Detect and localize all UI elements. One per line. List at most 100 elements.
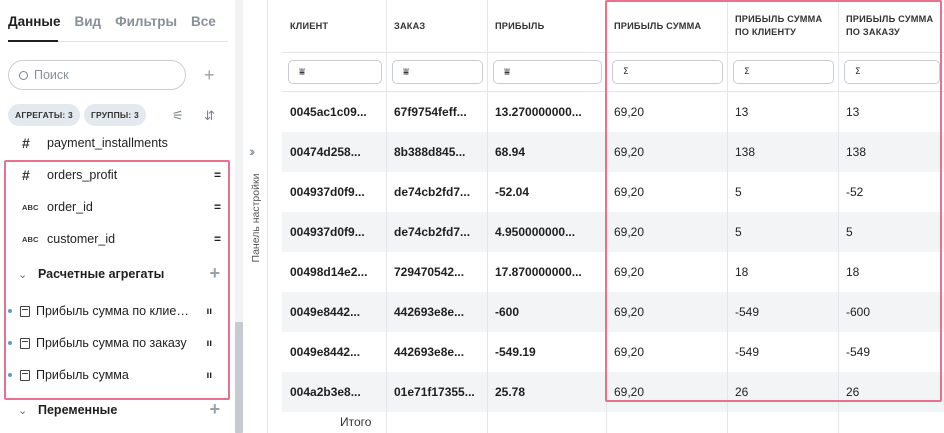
chevron-down-icon[interactable]: ⌄	[18, 404, 38, 417]
add-variable-button[interactable]: +	[209, 400, 220, 418]
table-cell[interactable]: 13	[727, 92, 838, 132]
tab-data[interactable]: Данные	[8, 14, 60, 29]
section-calculated-aggregates[interactable]: ⌄ Расчетные агрегаты +	[18, 263, 224, 285]
table-cell[interactable]: 138	[727, 132, 838, 172]
sum-filter-input[interactable]: Σ	[612, 60, 723, 84]
table-cell[interactable]: -549	[838, 332, 944, 372]
table-cell[interactable]: -549	[727, 332, 838, 372]
table-cell[interactable]: 00474d258...	[282, 132, 386, 172]
column-filter-input[interactable]: ⩸	[493, 60, 602, 84]
table-row[interactable]: 00474d258... 8b388d845... 68.94 69,20 138 138	[282, 132, 944, 172]
sum-filter-input[interactable]: Σ	[844, 60, 940, 84]
table-cell[interactable]: 26	[727, 372, 838, 412]
table-cell[interactable]: 004937d0f9...	[282, 172, 386, 212]
header-order[interactable]: ЗАКАЗ	[386, 0, 487, 52]
double-chevron-right-icon[interactable]: ››	[249, 143, 256, 159]
table-row[interactable]: 0045ac1c09... 67f9754feff... 13.270000000.…	[282, 92, 944, 132]
table-cell[interactable]: -52	[838, 172, 944, 212]
column-filter-input[interactable]: ⩸	[392, 60, 483, 84]
field-payment-installments[interactable]: # payment_installments	[22, 132, 222, 154]
table-cell[interactable]: -600	[487, 292, 606, 332]
table-cell[interactable]: 004937d0f9...	[282, 212, 386, 252]
table-cell[interactable]: -52.04	[487, 172, 606, 212]
table-cell[interactable]: 69,20	[606, 252, 727, 292]
field-orders-profit[interactable]: # orders_profit =	[22, 164, 222, 186]
table-cell[interactable]: -549.19	[487, 332, 606, 372]
settings-sliders-icon[interactable]: ⚟	[172, 108, 184, 124]
drag-handle-icon[interactable]: ıı	[206, 306, 212, 317]
section-variables[interactable]: ⌄ Переменные +	[18, 399, 224, 421]
settings-panel-label[interactable]: Панель настройки	[250, 174, 262, 263]
drag-handle-icon[interactable]: =	[214, 168, 221, 182]
table-cell[interactable]: 68.94	[487, 132, 606, 172]
aggregate-item[interactable]: Прибыль сумма по клиенту ıı	[8, 300, 216, 322]
table-cell[interactable]: 442693e8e...	[386, 292, 487, 332]
chevron-down-icon[interactable]: ⌄	[18, 268, 38, 281]
drag-handle-icon[interactable]: ıı	[206, 370, 212, 381]
table-cell[interactable]: 18	[838, 252, 944, 292]
header-profit-sum[interactable]: ПРИБЫЛЬ СУММА	[606, 0, 727, 52]
aggregates-chip[interactable]: АГРЕГАТЫ: 3	[8, 104, 80, 126]
header-profit-sum-by-order[interactable]: ПРИБЫЛЬ СУММА ПО ЗАКАЗУ	[838, 0, 944, 52]
table-row[interactable]: 004937d0f9... de74cb2fd7... 4.950000000...…	[282, 212, 944, 252]
table-cell[interactable]: 69,20	[606, 332, 727, 372]
drag-handle-icon[interactable]: =	[214, 200, 221, 214]
tab-all[interactable]: Все	[191, 14, 216, 29]
field-order-id[interactable]: ABC order_id =	[22, 196, 222, 218]
table-cell[interactable]: 13.270000000...	[487, 92, 606, 132]
table-cell[interactable]: 138	[838, 132, 944, 172]
header-profit-sum-by-client[interactable]: ПРИБЫЛЬ СУММА ПО КЛИЕНТУ	[727, 0, 838, 52]
table-cell[interactable]: 5	[838, 212, 944, 252]
drag-handle-icon[interactable]: =	[214, 232, 221, 246]
table-cell[interactable]: -549	[727, 292, 838, 332]
search-input[interactable]	[34, 68, 174, 82]
table-cell[interactable]: 442693e8e...	[386, 332, 487, 372]
add-aggregate-button[interactable]: +	[209, 264, 220, 282]
table-cell[interactable]: 69,20	[606, 292, 727, 332]
sum-filter-input[interactable]: Σ	[733, 60, 834, 84]
drag-handle-icon[interactable]: ıı	[206, 338, 212, 349]
table-cell[interactable]: 67f9754feff...	[386, 92, 487, 132]
header-client[interactable]: КЛИЕНТ	[282, 0, 386, 52]
table-cell[interactable]: 69,20	[606, 212, 727, 252]
groups-chip[interactable]: ГРУППЫ: 3	[84, 104, 146, 126]
table-cell[interactable]: 18	[727, 252, 838, 292]
search-box[interactable]	[8, 60, 186, 90]
tab-filters[interactable]: Фильтры	[115, 14, 177, 29]
table-cell[interactable]: 0045ac1c09...	[282, 92, 386, 132]
table-cell[interactable]: 5	[727, 212, 838, 252]
table-cell[interactable]: -600	[838, 292, 944, 332]
table-cell[interactable]: 004a2b3e8...	[282, 372, 386, 412]
table-cell[interactable]: 69,20	[606, 372, 727, 412]
add-field-button[interactable]: +	[204, 66, 215, 84]
header-profit[interactable]: ПРИБЫЛЬ	[487, 0, 606, 52]
table-row[interactable]: 004a2b3e8... 01e71f17355... 25.78 69,20 26 26	[282, 372, 944, 412]
aggregate-item[interactable]: Прибыль сумма по заказу ıı	[8, 332, 216, 354]
table-row[interactable]: 00498d14e2... 729470542... 17.870000000...…	[282, 252, 944, 292]
table-cell[interactable]: 69,20	[606, 172, 727, 212]
table-cell[interactable]: 17.870000000...	[487, 252, 606, 292]
table-cell[interactable]: 25.78	[487, 372, 606, 412]
table-cell[interactable]: 00498d14e2...	[282, 252, 386, 292]
field-customer-id[interactable]: ABC customer_id =	[22, 228, 222, 250]
table-cell[interactable]: 8b388d845...	[386, 132, 487, 172]
table-cell[interactable]: 26	[838, 372, 944, 412]
tab-view[interactable]: Вид	[74, 14, 101, 29]
table-cell[interactable]: 13	[838, 92, 944, 132]
table-cell[interactable]: 0049e8442...	[282, 292, 386, 332]
table-cell[interactable]: de74cb2fd7...	[386, 172, 487, 212]
column-filter-input[interactable]: ⩸	[288, 60, 382, 84]
table-cell[interactable]: 5	[727, 172, 838, 212]
table-cell[interactable]: 69,20	[606, 92, 727, 132]
table-cell[interactable]: 729470542...	[386, 252, 487, 292]
table-cell[interactable]: 01e71f17355...	[386, 372, 487, 412]
table-row[interactable]: 0049e8442... 442693e8e... -600 69,20 -549 -60…	[282, 292, 944, 332]
aggregate-item[interactable]: Прибыль сумма ıı	[8, 364, 216, 386]
table-cell[interactable]: de74cb2fd7...	[386, 212, 487, 252]
scrollbar-thumb[interactable]	[235, 322, 243, 433]
table-row[interactable]: 004937d0f9... de74cb2fd7... -52.04 69,20 5 -5…	[282, 172, 944, 212]
sort-icon[interactable]: ⇵	[204, 108, 215, 124]
table-cell[interactable]: 4.950000000...	[487, 212, 606, 252]
table-cell[interactable]: 69,20	[606, 132, 727, 172]
table-cell[interactable]: 0049e8442...	[282, 332, 386, 372]
